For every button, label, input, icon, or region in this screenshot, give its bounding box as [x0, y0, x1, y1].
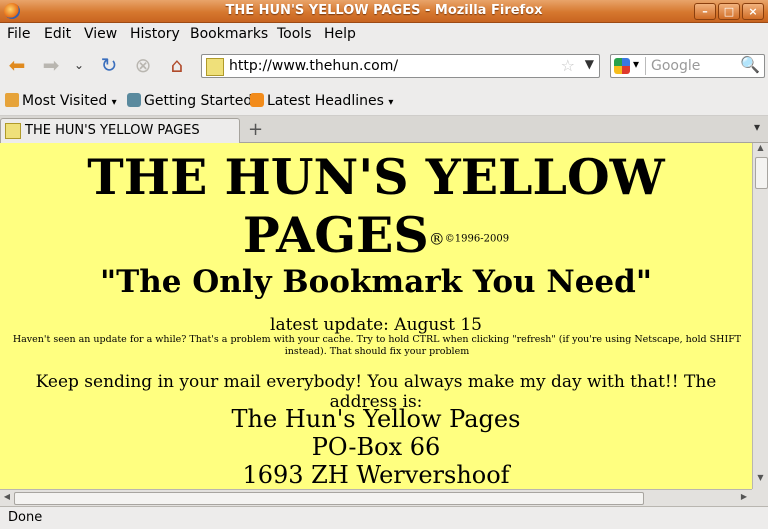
- tab-active[interactable]: THE HUN'S YELLOW PAGES: [0, 118, 240, 143]
- tab-title[interactable]: THE HUN'S YELLOW PAGES: [25, 123, 200, 138]
- menu-history[interactable]: History: [130, 26, 180, 42]
- maximize-button[interactable]: □: [718, 3, 740, 20]
- scroll-right-arrow-icon[interactable]: ▶: [738, 492, 750, 504]
- menu-help[interactable]: Help: [324, 26, 356, 42]
- latest-update: latest update: August 15: [270, 315, 482, 335]
- navigation-toolbar: ⬅ ➡ ⌄ ↻ ⊗ ⌂ http://www.thehun.com/ ☆ ▼ ▾…: [0, 46, 768, 86]
- scroll-up-arrow-icon[interactable]: ▲: [754, 143, 767, 157]
- status-bar: Done: [0, 506, 768, 529]
- page-heading-line2: PAGES®©1996-2009: [0, 209, 752, 266]
- page-icon: [127, 93, 141, 107]
- google-engine-icon[interactable]: [614, 58, 630, 74]
- close-button[interactable]: ×: [742, 3, 764, 20]
- forward-arrow-icon[interactable]: ➡: [38, 52, 64, 78]
- search-placeholder[interactable]: Google: [651, 58, 700, 74]
- chevron-down-icon: ▾: [388, 97, 394, 108]
- bookmark-label: Getting Started: [144, 93, 253, 109]
- menu-bar: File Edit View History Bookmarks Tools H…: [0, 23, 768, 45]
- home-icon[interactable]: ⌂: [164, 52, 190, 78]
- history-dropdown-icon[interactable]: ⌄: [66, 52, 92, 78]
- url-dropdown-icon[interactable]: ▼: [585, 57, 594, 71]
- copyright-text: ©1996-2009: [444, 233, 510, 245]
- window-title: THE HUN'S YELLOW PAGES - Mozilla Firefox: [225, 3, 543, 18]
- back-arrow-icon[interactable]: ⬅: [4, 52, 30, 78]
- menu-file[interactable]: File: [7, 26, 30, 42]
- tab-favicon-icon: [5, 123, 21, 139]
- cache-note: Haven't seen an update for a while? That…: [12, 334, 742, 357]
- tab-list-chevron-icon[interactable]: ▾: [754, 120, 760, 134]
- bookmark-label: Latest Headlines: [267, 93, 384, 109]
- bookmark-getting-started[interactable]: Getting Started: [127, 93, 252, 109]
- bookmark-star-icon[interactable]: ☆: [561, 56, 575, 75]
- horizontal-scrollbar[interactable]: ◀ ▶: [0, 489, 752, 506]
- new-tab-icon[interactable]: +: [248, 119, 263, 140]
- url-text[interactable]: http://www.thehun.com/: [229, 58, 398, 74]
- address-line: The Hun's Yellow Pages: [231, 405, 521, 433]
- bookmarks-toolbar: Most Visited ▾ Getting Started Latest He…: [0, 87, 768, 116]
- menu-edit[interactable]: Edit: [44, 26, 71, 42]
- scroll-down-arrow-icon[interactable]: ▼: [754, 473, 767, 487]
- tagline: "The Only Bookmark You Need": [100, 264, 652, 300]
- status-text: Done: [8, 510, 43, 525]
- minimize-button[interactable]: –: [694, 3, 716, 20]
- site-favicon-icon: [206, 58, 224, 76]
- rss-feed-icon: [250, 93, 264, 107]
- stop-icon[interactable]: ⊗: [130, 52, 156, 78]
- address-line: PO-Box 66: [311, 433, 441, 461]
- web-content: THE HUN'S YELLOW PAGES®©1996-2009 "The O…: [0, 143, 752, 489]
- search-icon[interactable]: 🔍: [740, 55, 760, 74]
- folder-icon: [5, 93, 19, 107]
- bookmark-latest-headlines[interactable]: Latest Headlines ▾: [250, 93, 393, 109]
- tab-bar: THE HUN'S YELLOW PAGES + ▾: [0, 116, 768, 143]
- reload-icon[interactable]: ↻: [96, 52, 122, 78]
- menu-tools[interactable]: Tools: [277, 26, 312, 42]
- scrollbar-corner: [752, 489, 768, 506]
- vertical-scroll-thumb[interactable]: [755, 157, 768, 189]
- search-engine-dropdown-icon[interactable]: ▾: [633, 57, 639, 71]
- url-bar[interactable]: http://www.thehun.com/ ☆ ▼: [201, 54, 600, 78]
- page-heading-text: PAGES: [242, 206, 429, 264]
- search-separator: [645, 57, 646, 75]
- horizontal-scroll-thumb[interactable]: [14, 492, 644, 505]
- address-line: 1693 ZH Wervershoof: [242, 461, 510, 489]
- menu-view[interactable]: View: [84, 26, 117, 42]
- window-titlebar: THE HUN'S YELLOW PAGES - Mozilla Firefox…: [0, 0, 768, 23]
- bookmark-most-visited[interactable]: Most Visited ▾: [5, 93, 117, 109]
- registered-mark: ®: [428, 229, 445, 249]
- menu-bookmarks[interactable]: Bookmarks: [190, 26, 268, 42]
- vertical-scrollbar[interactable]: ▲ ▼: [752, 143, 768, 489]
- chevron-down-icon: ▾: [111, 97, 117, 108]
- scroll-left-arrow-icon[interactable]: ◀: [1, 492, 13, 504]
- search-bar[interactable]: ▾ Google 🔍: [610, 54, 765, 78]
- page-heading-line1: THE HUN'S YELLOW: [87, 148, 665, 206]
- bookmark-label: Most Visited: [22, 93, 108, 109]
